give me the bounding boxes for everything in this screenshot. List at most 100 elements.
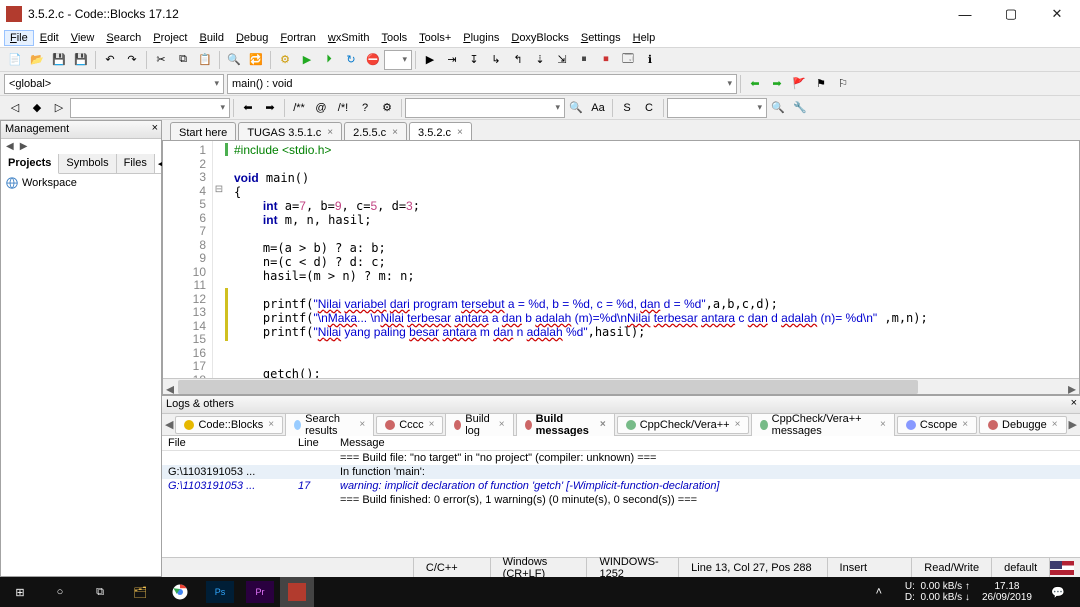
editor-tab[interactable]: 3.5.2.c×: [409, 122, 472, 140]
build-icon[interactable]: ⚙: [276, 51, 294, 69]
next-change-icon[interactable]: ➡: [261, 99, 279, 117]
menu-fortran[interactable]: Fortran: [274, 30, 321, 46]
menu-plugins[interactable]: Plugins: [457, 30, 505, 46]
step-into-instr-icon[interactable]: ⇲: [553, 51, 571, 69]
code-editor[interactable]: 12345678910111213141516171819 ⊟ #include…: [162, 140, 1080, 395]
debug-run-icon[interactable]: ▶: [421, 51, 439, 69]
break-icon[interactable]: ⏸: [575, 51, 593, 69]
next-instr-icon[interactable]: ⇣: [531, 51, 549, 69]
run-icon[interactable]: ▶: [298, 51, 316, 69]
doxy4-icon[interactable]: ?: [356, 99, 374, 117]
function-combo[interactable]: main() : void▾: [227, 74, 737, 94]
log-tab[interactable]: Cccc×: [376, 416, 443, 434]
menu-build[interactable]: Build: [194, 30, 230, 46]
menu-project[interactable]: Project: [147, 30, 193, 46]
editor-tab[interactable]: TUGAS 3.5.1.c×: [238, 122, 342, 140]
mgmt-tab-symbols[interactable]: Symbols: [59, 154, 116, 173]
settings-icon[interactable]: 🔧: [791, 99, 809, 117]
log-header-line[interactable]: Line: [292, 436, 334, 450]
find-in-files-icon[interactable]: 🔍: [769, 99, 787, 117]
extra-combo[interactable]: ▾: [667, 98, 767, 118]
doxy3-icon[interactable]: /*!: [334, 99, 352, 117]
replace-icon[interactable]: 🔁: [247, 51, 265, 69]
codeblocks-taskbar-icon[interactable]: [280, 577, 314, 607]
logtab-close-icon[interactable]: ×: [499, 419, 505, 430]
highlight-icon[interactable]: 🔍: [567, 99, 585, 117]
logtab-close-icon[interactable]: ×: [1052, 419, 1058, 430]
logtab-close-icon[interactable]: ×: [880, 419, 886, 430]
menu-help[interactable]: Help: [627, 30, 662, 46]
tab-close-icon[interactable]: ×: [327, 127, 333, 138]
logtab-left-icon[interactable]: ◀: [164, 418, 174, 431]
save-all-icon[interactable]: 💾: [72, 51, 90, 69]
undo-icon[interactable]: ↶: [101, 51, 119, 69]
log-header-file[interactable]: File: [162, 436, 292, 450]
tray-expand-icon[interactable]: ˄: [859, 577, 899, 607]
prev-change-icon[interactable]: ⬅: [239, 99, 257, 117]
c-icon[interactable]: C: [640, 99, 658, 117]
task-view-button[interactable]: ⧉: [80, 577, 120, 607]
bookmark-next-icon[interactable]: ⚐: [834, 75, 852, 93]
logtab-right-icon[interactable]: ▶: [1068, 418, 1078, 431]
rebuild-icon[interactable]: ↻: [342, 51, 360, 69]
paste-icon[interactable]: 📋: [196, 51, 214, 69]
next-line-icon[interactable]: ↧: [465, 51, 483, 69]
start-button[interactable]: ⊞: [0, 577, 40, 607]
code-area[interactable]: #include <stdio.h> void main() { int a=7…: [228, 141, 1079, 394]
logtab-close-icon[interactable]: ×: [359, 419, 365, 430]
fwd-icon[interactable]: ➡: [768, 75, 786, 93]
explorer-icon[interactable]: 🗂: [120, 577, 160, 607]
mgmt-tab-projects[interactable]: Projects: [1, 154, 59, 174]
log-tab[interactable]: Debugge×: [979, 416, 1067, 434]
menu-search[interactable]: Search: [100, 30, 147, 46]
cut-icon[interactable]: ✂: [152, 51, 170, 69]
menu-doxyblocks[interactable]: DoxyBlocks: [505, 30, 574, 46]
redo-icon[interactable]: ↷: [123, 51, 141, 69]
stop-debug-icon[interactable]: ⏹: [597, 51, 615, 69]
logtab-close-icon[interactable]: ×: [962, 419, 968, 430]
menu-file[interactable]: File: [4, 30, 34, 46]
log-row[interactable]: G:\1103191053 ...17warning: implicit dec…: [162, 479, 1080, 493]
log-tab[interactable]: Build log×: [445, 410, 513, 440]
target-combo[interactable]: ▾: [384, 50, 412, 70]
select-icon[interactable]: ◆: [28, 99, 46, 117]
tab-close-icon[interactable]: ×: [392, 127, 398, 138]
find-icon[interactable]: 🔍: [225, 51, 243, 69]
step-out-icon[interactable]: ↰: [509, 51, 527, 69]
s-icon[interactable]: S: [618, 99, 636, 117]
tray-clock[interactable]: 17.18 26/09/2019: [976, 581, 1038, 603]
log-row[interactable]: G:\1103191053 ...In function 'main':: [162, 465, 1080, 479]
new-file-icon[interactable]: 📄: [6, 51, 24, 69]
jump-back-icon[interactable]: ◁: [6, 99, 24, 117]
mgmt-nav-left[interactable]: ◀: [3, 141, 17, 152]
menu-edit[interactable]: Edit: [34, 30, 65, 46]
doxy-icon[interactable]: /**: [290, 99, 308, 117]
menu-settings[interactable]: Settings: [575, 30, 627, 46]
abort-icon[interactable]: ⛔: [364, 51, 382, 69]
log-tab[interactable]: Search results×: [285, 410, 374, 440]
copy-icon[interactable]: ⧉: [174, 51, 192, 69]
run-to-cursor-icon[interactable]: ⇥: [443, 51, 461, 69]
workspace-node[interactable]: Workspace: [5, 176, 157, 190]
menu-debug[interactable]: Debug: [230, 30, 274, 46]
menu-tools[interactable]: Tools: [375, 30, 413, 46]
search-button[interactable]: ○: [40, 577, 80, 607]
open-file-icon[interactable]: 📂: [28, 51, 46, 69]
logtab-close-icon[interactable]: ×: [735, 419, 741, 430]
save-icon[interactable]: 💾: [50, 51, 68, 69]
logtab-close-icon[interactable]: ×: [429, 419, 435, 430]
log-row[interactable]: === Build file: "no target" in "no proje…: [162, 451, 1080, 465]
jump-combo[interactable]: ▾: [70, 98, 230, 118]
mgmt-tab-files[interactable]: Files: [117, 154, 155, 173]
case-icon[interactable]: Aa: [589, 99, 607, 117]
scope-combo[interactable]: <global>▾: [4, 74, 224, 94]
menu-view[interactable]: View: [65, 30, 101, 46]
editor-tab[interactable]: 2.5.5.c×: [344, 122, 407, 140]
log-tab[interactable]: CppCheck/Vera++ messages×: [751, 410, 894, 440]
log-header-message[interactable]: Message: [334, 436, 1080, 450]
debug-windows-icon[interactable]: 🗔: [619, 51, 637, 69]
jump-fwd-icon[interactable]: ▷: [50, 99, 68, 117]
log-tab[interactable]: Code::Blocks×: [175, 416, 283, 434]
doxy2-icon[interactable]: @: [312, 99, 330, 117]
back-icon[interactable]: ⬅: [746, 75, 764, 93]
